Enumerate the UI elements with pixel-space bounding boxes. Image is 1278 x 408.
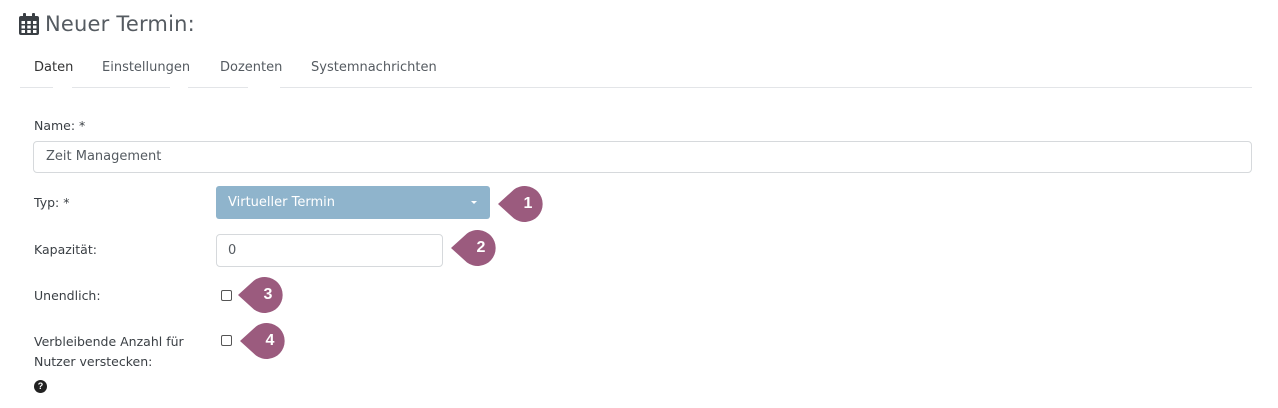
type-label: Typ: *: [34, 195, 70, 210]
callout-marker-4: 4: [240, 323, 286, 359]
page-title: Neuer Termin:: [45, 12, 195, 36]
callout-number: 4: [265, 332, 275, 349]
callout-marker-1: 1: [498, 186, 544, 222]
name-input[interactable]: Zeit Management: [33, 141, 1252, 173]
capacity-input[interactable]: 0: [216, 234, 443, 267]
tab-einstellungen[interactable]: Einstellungen: [102, 60, 190, 75]
callout-marker-2: 2: [451, 230, 497, 266]
capacity-label: Kapazität:: [34, 242, 97, 257]
tab-systemnachrichten[interactable]: Systemnachrichten: [311, 60, 437, 75]
hide-remaining-label-line2: Nutzer verstecken:: [34, 354, 153, 369]
callout-marker-3: 3: [238, 277, 284, 313]
tab-bar: Daten Einstellungen Dozenten Systemnachr…: [20, 54, 1252, 88]
help-icon[interactable]: ?: [34, 380, 47, 393]
type-select-value: Virtueller Termin: [228, 195, 335, 210]
tab-separator: [248, 86, 280, 88]
tab-dozenten[interactable]: Dozenten: [220, 60, 282, 75]
callout-number: 2: [476, 239, 486, 256]
callout-number: 3: [263, 286, 273, 303]
unlimited-label: Unendlich:: [34, 288, 101, 303]
callout-number: 1: [523, 195, 533, 212]
tab-separator: [170, 86, 188, 88]
name-label: Name: *: [34, 118, 86, 133]
type-select[interactable]: Virtueller Termin: [216, 186, 490, 219]
hide-remaining-label-line1: Verbleibende Anzahl für: [34, 334, 184, 349]
caret-down-icon: [471, 201, 477, 204]
unlimited-checkbox[interactable]: [221, 290, 232, 301]
hide-remaining-checkbox[interactable]: [221, 335, 232, 346]
tab-daten[interactable]: Daten: [34, 60, 73, 75]
calendar-icon: [19, 13, 39, 35]
tab-separator: [53, 86, 72, 88]
page-header: Neuer Termin:: [19, 12, 195, 36]
